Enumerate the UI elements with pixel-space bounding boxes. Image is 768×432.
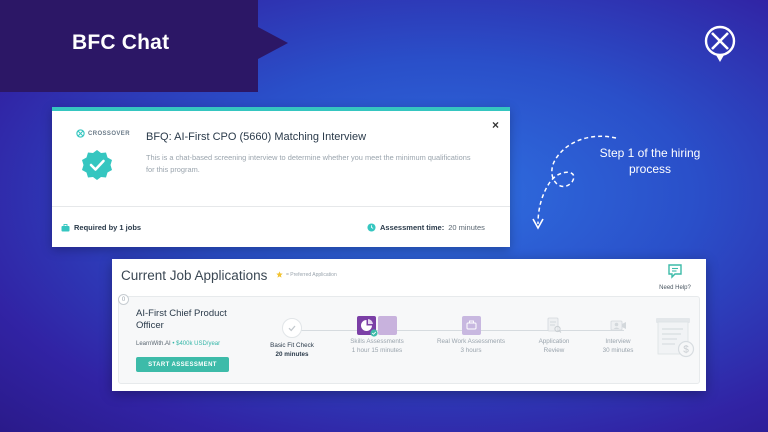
assessment-description: This is a chat-based screening interview… xyxy=(146,153,471,174)
brand-text: CROSSOVER xyxy=(88,130,130,137)
applications-title: Current Job Applications xyxy=(121,268,268,283)
star-icon xyxy=(276,271,283,278)
step-label: Interview xyxy=(605,338,631,345)
verified-badge-icon xyxy=(82,150,112,180)
step-label: Real Work Assessments xyxy=(436,338,506,345)
step-sub: 3 hours xyxy=(460,347,482,354)
skills-icon xyxy=(357,316,378,337)
step-sub: 30 minutes xyxy=(602,347,634,354)
svg-text:$: $ xyxy=(683,345,689,356)
assessment-time-label: Assessment time: xyxy=(380,223,445,232)
salary: $400k USD/year xyxy=(176,341,221,347)
assessment-card: × CROSSOVER BFQ: AI-First CPO (5660) Mat… xyxy=(52,107,510,247)
row-index: 0 xyxy=(118,294,129,305)
step-note: Step 1 of the hiring process xyxy=(599,146,701,176)
step-sub: 20 minutes xyxy=(275,351,309,358)
briefcase-icon xyxy=(61,223,70,231)
step-label: Skills Assessments xyxy=(350,338,404,345)
crossover-brand: CROSSOVER xyxy=(76,129,130,138)
skills-check-icon xyxy=(370,329,378,337)
close-icon[interactable]: × xyxy=(492,118,499,132)
review-icon xyxy=(545,316,564,335)
job-application-row: 0 AI-First Chief Product Officer LearnWi… xyxy=(118,294,700,384)
assessment-time: Assessment time: 20 minutes xyxy=(367,223,485,232)
chat-help-icon[interactable] xyxy=(667,263,683,279)
preferred-legend: = Preferred Application xyxy=(276,271,337,278)
crossover-small-icon xyxy=(76,129,85,138)
interview-icon xyxy=(609,316,628,335)
job-title: AI-First Chief Product Officer xyxy=(136,308,227,331)
need-help-label[interactable]: Need Help? xyxy=(655,285,695,291)
required-by: Required by 1 jobs xyxy=(61,223,141,232)
step-sub: Review xyxy=(543,347,565,354)
banner-arrow xyxy=(258,27,288,59)
offer-letter-icon: $ xyxy=(656,318,695,358)
step-real-work-assessments: Real Work Assessments 3 hours xyxy=(431,316,511,354)
divider xyxy=(52,206,510,207)
step-interview: Interview 30 minutes xyxy=(588,316,648,354)
check-icon xyxy=(282,318,302,338)
step-sub: 1 hour 15 minutes xyxy=(351,347,403,354)
preferred-legend-text: = Preferred Application xyxy=(286,271,337,278)
start-assessment-button[interactable]: START ASSESSMENT xyxy=(136,357,229,372)
crossover-logo-icon xyxy=(704,25,736,62)
company-name: LearnWith.AI xyxy=(136,341,171,347)
clock-icon xyxy=(367,223,376,232)
job-applications-card: Current Job Applications = Preferred App… xyxy=(112,259,706,391)
skills-pending-icon xyxy=(378,316,397,335)
slide-title: BFC Chat xyxy=(72,31,170,54)
step-application-review: Application Review xyxy=(524,316,584,354)
step-label: Basic Fit Check xyxy=(270,342,314,349)
step-basic-fit-check: Basic Fit Check 20 minutes xyxy=(262,318,322,358)
need-help[interactable]: Need Help? xyxy=(655,263,695,291)
skills-icons xyxy=(342,316,412,337)
work-icon xyxy=(461,316,481,335)
assessment-title: BFQ: AI-First CPO (5660) Matching Interv… xyxy=(146,131,367,143)
job-meta: LearnWith.AI • $400k USD/year xyxy=(136,341,220,347)
step-skills-assessments: Skills Assessments 1 hour 15 minutes xyxy=(342,316,412,354)
step-label: Application xyxy=(538,338,570,345)
required-by-label: Required by 1 jobs xyxy=(74,223,142,232)
assessment-time-value: 20 minutes xyxy=(448,223,485,232)
